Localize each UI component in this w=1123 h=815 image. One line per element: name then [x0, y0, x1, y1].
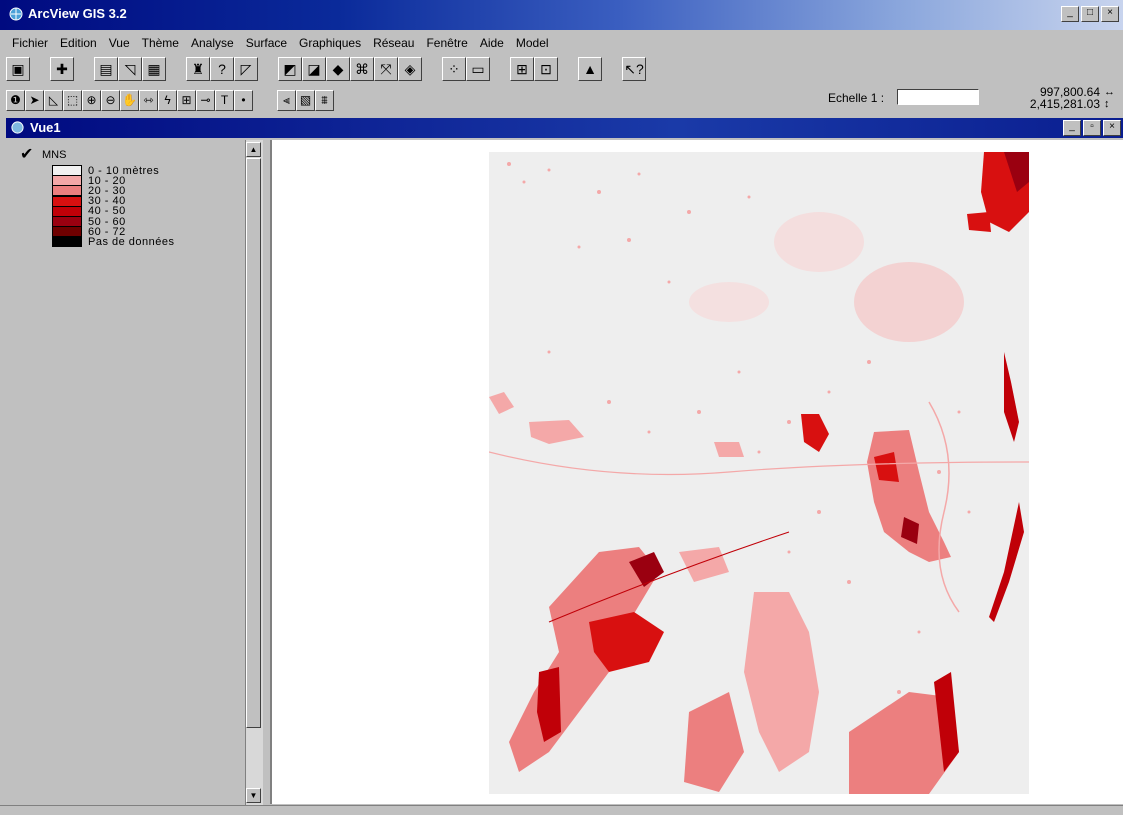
app-title-bar: ArcView GIS 3.2 _ □ × — [0, 0, 1123, 30]
view-close-button[interactable]: × — [1103, 120, 1121, 136]
window-controls: _ □ × — [1061, 6, 1119, 22]
coord-arrows-icon: ↔ ↕ — [1104, 86, 1115, 110]
zoom-in-fixed-icon[interactable]: ◈ — [398, 57, 422, 81]
elevation-raster-map[interactable] — [489, 152, 1029, 794]
menu-model[interactable]: Model — [510, 36, 555, 50]
zoom-in-icon[interactable]: ⊕ — [82, 89, 101, 111]
hillshade-icon[interactable]: ▧ — [296, 89, 315, 111]
scroll-down-button[interactable]: ▼ — [246, 788, 261, 803]
toc-scrollbar[interactable]: ▲ ▼ — [245, 140, 263, 805]
locate-icon[interactable]: ◸ — [234, 57, 258, 81]
zoom-out-fixed-icon[interactable]: ⁘ — [442, 57, 466, 81]
arcview-globe-icon — [9, 7, 23, 21]
close-button[interactable]: × — [1101, 6, 1119, 22]
map-calculator-icon[interactable]: ⊡ — [534, 57, 558, 81]
tool-bar: ❶ ➤ ◺ ⬚ ⊕ ⊖ ✋ ⇿ ϟ ⊞ ⊸ T • ⫷ ▧ ⩩ — [6, 88, 334, 112]
previous-extent-icon[interactable]: ▭ — [466, 57, 490, 81]
menu-fichier[interactable]: Fichier — [6, 36, 54, 50]
view-title: Vue1 — [30, 120, 61, 135]
help-icon[interactable]: ↖? — [622, 57, 646, 81]
label-icon[interactable]: ⊸ — [196, 89, 215, 111]
menu-graphiques[interactable]: Graphiques — [293, 36, 367, 50]
scroll-up-button[interactable]: ▲ — [246, 142, 261, 157]
zoom-active-icon[interactable]: ⌘ — [350, 57, 374, 81]
menu-theme[interactable]: Thème — [136, 36, 185, 50]
menu-surface[interactable]: Surface — [240, 36, 293, 50]
open-table-icon[interactable]: ▦ — [142, 57, 166, 81]
table-of-contents: ✔ MNS 0 - 10 mètres 10 - 20 20 - 30 30 - 40… — [8, 140, 245, 805]
app-title: ArcView GIS 3.2 — [28, 6, 127, 21]
zoom-out-icon[interactable]: ⊖ — [101, 89, 120, 111]
select-feature-icon[interactable]: ⬚ — [63, 89, 82, 111]
menu-vue[interactable]: Vue — [103, 36, 136, 50]
zoom-selected-icon[interactable]: ⤧ — [374, 57, 398, 81]
profile-icon[interactable]: ⩩ — [315, 89, 334, 111]
add-theme-icon[interactable]: ✚ — [50, 57, 74, 81]
save-icon[interactable]: ▣ — [6, 57, 30, 81]
measure-icon[interactable]: ⇿ — [139, 89, 158, 111]
legend-label: Pas de données — [88, 235, 175, 248]
menu-reseau[interactable]: Réseau — [367, 36, 420, 50]
theme-properties-icon[interactable]: ▤ — [94, 57, 118, 81]
coordinate-readout: 997,800.64 2,415,281.03 — [1010, 86, 1100, 110]
menu-fenetre[interactable]: Fenêtre — [420, 36, 473, 50]
view-minimize-button[interactable]: _ — [1063, 120, 1081, 136]
clear-selection-icon[interactable]: ◪ — [302, 57, 326, 81]
coord-y: 2,415,281.03 — [1029, 97, 1100, 111]
pointer-icon[interactable]: ➤ — [25, 89, 44, 111]
query-builder-icon[interactable]: ? — [210, 57, 234, 81]
view-window-controls: _ ▫ × — [1063, 120, 1121, 136]
map-display[interactable] — [270, 140, 1123, 804]
menu-edition[interactable]: Edition — [54, 36, 103, 50]
view-title-bar: Vue1 _ ▫ × — [6, 118, 1123, 138]
theme-name[interactable]: MNS — [42, 149, 66, 161]
pan-icon[interactable]: ✋ — [120, 89, 139, 111]
scroll-thumb[interactable] — [246, 158, 261, 728]
minimize-button[interactable]: _ — [1061, 6, 1079, 22]
legend-class-row: Pas de données — [52, 235, 175, 248]
menu-bar: Fichier Edition Vue Thème Analyse Surfac… — [0, 34, 555, 52]
button-bar: ▣ ✚ ▤ ◹ ▦ ♜ ? ◸ ◩ ◪ ◆ ⌘ ⤧ ◈ ⁘ ▭ ⊞ ⊡ ▲ ↖? — [6, 55, 646, 83]
scale-label: Echelle 1 : — [828, 91, 885, 105]
view-restore-button[interactable]: ▫ — [1083, 120, 1101, 136]
histogram-icon[interactable]: ▲ — [578, 57, 602, 81]
scale-input[interactable] — [897, 89, 979, 105]
select-by-theme-icon[interactable]: ◩ — [278, 57, 302, 81]
edit-legend-icon[interactable]: ◹ — [118, 57, 142, 81]
view-globe-icon — [11, 121, 24, 134]
legend-swatch — [52, 236, 82, 248]
draw-point-icon[interactable]: • — [234, 89, 253, 111]
theme-visibility-checkbox[interactable]: ✔ — [20, 144, 33, 164]
identify-icon[interactable]: ❶ — [6, 89, 25, 111]
maximize-button[interactable]: □ — [1081, 6, 1099, 22]
find-icon[interactable]: ♜ — [186, 57, 210, 81]
hotlink-icon[interactable]: ϟ — [158, 89, 177, 111]
zoom-full-icon[interactable]: ◆ — [326, 57, 350, 81]
vertex-edit-icon[interactable]: ◺ — [44, 89, 63, 111]
menu-analyse[interactable]: Analyse — [185, 36, 240, 50]
contour-icon[interactable]: ⫷ — [277, 89, 296, 111]
create-layout-icon[interactable]: ⊞ — [510, 57, 534, 81]
text-icon[interactable]: T — [215, 89, 234, 111]
area-of-interest-icon[interactable]: ⊞ — [177, 89, 196, 111]
menu-aide[interactable]: Aide — [474, 36, 510, 50]
